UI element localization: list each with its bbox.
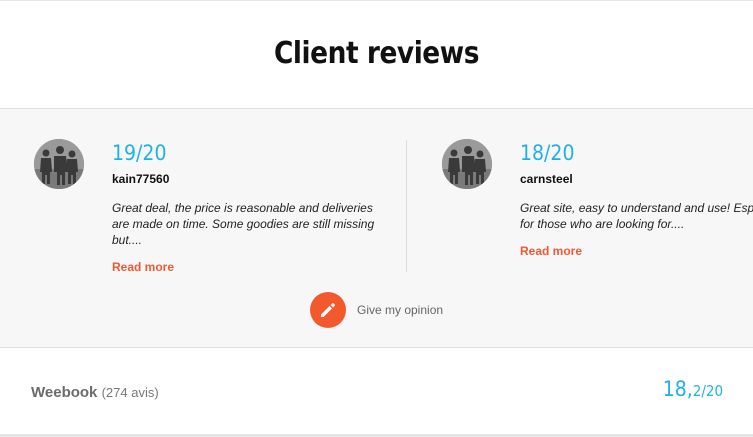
review-body: 18/20 carnsteel Great site, easy to unde… bbox=[520, 139, 753, 260]
review-author: kain77560 bbox=[112, 172, 170, 186]
give-opinion-button[interactable]: Give my opinion bbox=[310, 292, 443, 328]
review-score: 19/20 bbox=[112, 141, 167, 165]
shop-name-text: Weebook bbox=[31, 384, 98, 401]
read-more-link[interactable]: Read more bbox=[112, 260, 174, 274]
overall-score-rest: 2/20 bbox=[692, 382, 723, 400]
people-silhouette-avatar bbox=[34, 139, 84, 189]
review-comment: Great deal, the price is reasonable and … bbox=[112, 201, 375, 247]
review-body: 19/20 kain77560 Great deal, the price is… bbox=[112, 139, 392, 276]
reviews-panel: 19/20 kain77560 Great deal, the price is… bbox=[0, 108, 753, 348]
page-title: Client reviews bbox=[273, 36, 480, 71]
read-more-link[interactable]: Read more bbox=[520, 244, 582, 258]
review-score: 18/20 bbox=[520, 141, 575, 165]
people-silhouette-avatar bbox=[442, 139, 492, 189]
review-author: carnsteel bbox=[520, 172, 573, 186]
pencil-icon[interactable] bbox=[310, 292, 346, 328]
shop-rating-summary: Weebook (274 avis) 18,2/20 bbox=[0, 349, 753, 435]
shop-name: Weebook (274 avis) bbox=[31, 384, 159, 401]
review-count: (274 avis) bbox=[101, 385, 159, 400]
overall-score-main: 18, bbox=[662, 377, 693, 401]
review-comment: Great site, easy to understand and use! … bbox=[520, 201, 753, 231]
overall-score: 18,2/20 bbox=[663, 377, 723, 401]
client-reviews-widget: Client reviews 19/20 kain77560 Great dea… bbox=[0, 0, 753, 437]
review-divider bbox=[406, 140, 407, 272]
give-opinion-label[interactable]: Give my opinion bbox=[357, 303, 443, 317]
reviews-header: Client reviews bbox=[0, 1, 753, 108]
